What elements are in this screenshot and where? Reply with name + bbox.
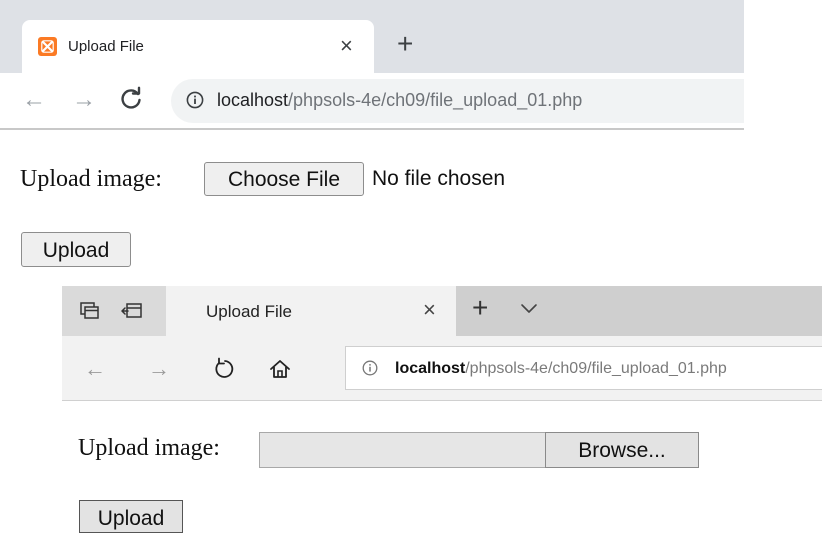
set-tabs-aside-icon[interactable] bbox=[80, 302, 100, 325]
url-path: /phpsols-4e/ch09/file_upload_01.php bbox=[465, 360, 727, 377]
edge-tab-actions bbox=[62, 286, 166, 336]
info-icon[interactable] bbox=[186, 91, 204, 109]
choose-file-button[interactable]: Choose File bbox=[204, 162, 364, 196]
url-path: /phpsols-4e/ch09/file_upload_01.php bbox=[288, 90, 583, 110]
chrome-tab-title: Upload File bbox=[68, 38, 144, 55]
xampp-favicon-icon bbox=[38, 37, 57, 56]
upload-button[interactable]: Upload bbox=[21, 232, 131, 267]
browse-button[interactable]: Browse... bbox=[545, 432, 699, 468]
upload-image-label: Upload image: bbox=[78, 435, 220, 461]
refresh-icon[interactable] bbox=[213, 357, 237, 386]
chrome-back-icon[interactable]: ← bbox=[22, 88, 46, 112]
edge-tab-close-icon[interactable]: × bbox=[423, 297, 436, 323]
url-host: localhost bbox=[217, 90, 289, 110]
edge-tab-title: Upload File bbox=[206, 302, 292, 321]
tab-preview-icon[interactable] bbox=[121, 302, 143, 325]
file-path-field[interactable] bbox=[259, 432, 545, 468]
file-status-text: No file chosen bbox=[372, 167, 506, 190]
chevron-down-icon[interactable] bbox=[520, 302, 538, 320]
edge-new-tab-button[interactable]: + bbox=[472, 293, 488, 323]
chrome-new-tab-button[interactable]: + bbox=[397, 29, 413, 59]
upload-image-label: Upload image: bbox=[20, 166, 162, 192]
edge-back-icon[interactable]: ← bbox=[84, 357, 106, 381]
info-icon[interactable] bbox=[362, 360, 378, 381]
upload-button[interactable]: Upload bbox=[79, 500, 183, 533]
edge-forward-icon[interactable]: → bbox=[148, 357, 170, 381]
edge-url-text[interactable]: localhost/phpsols-4e/ch09/file_upload_01… bbox=[395, 358, 727, 380]
chrome-url-text[interactable]: localhost/phpsols-4e/ch09/file_upload_01… bbox=[217, 89, 582, 111]
reload-icon[interactable] bbox=[118, 86, 144, 117]
url-host: localhost bbox=[395, 360, 466, 377]
home-icon[interactable] bbox=[268, 357, 292, 386]
chrome-forward-icon[interactable]: → bbox=[72, 88, 96, 112]
chrome-tab-close-icon[interactable]: × bbox=[340, 34, 353, 58]
